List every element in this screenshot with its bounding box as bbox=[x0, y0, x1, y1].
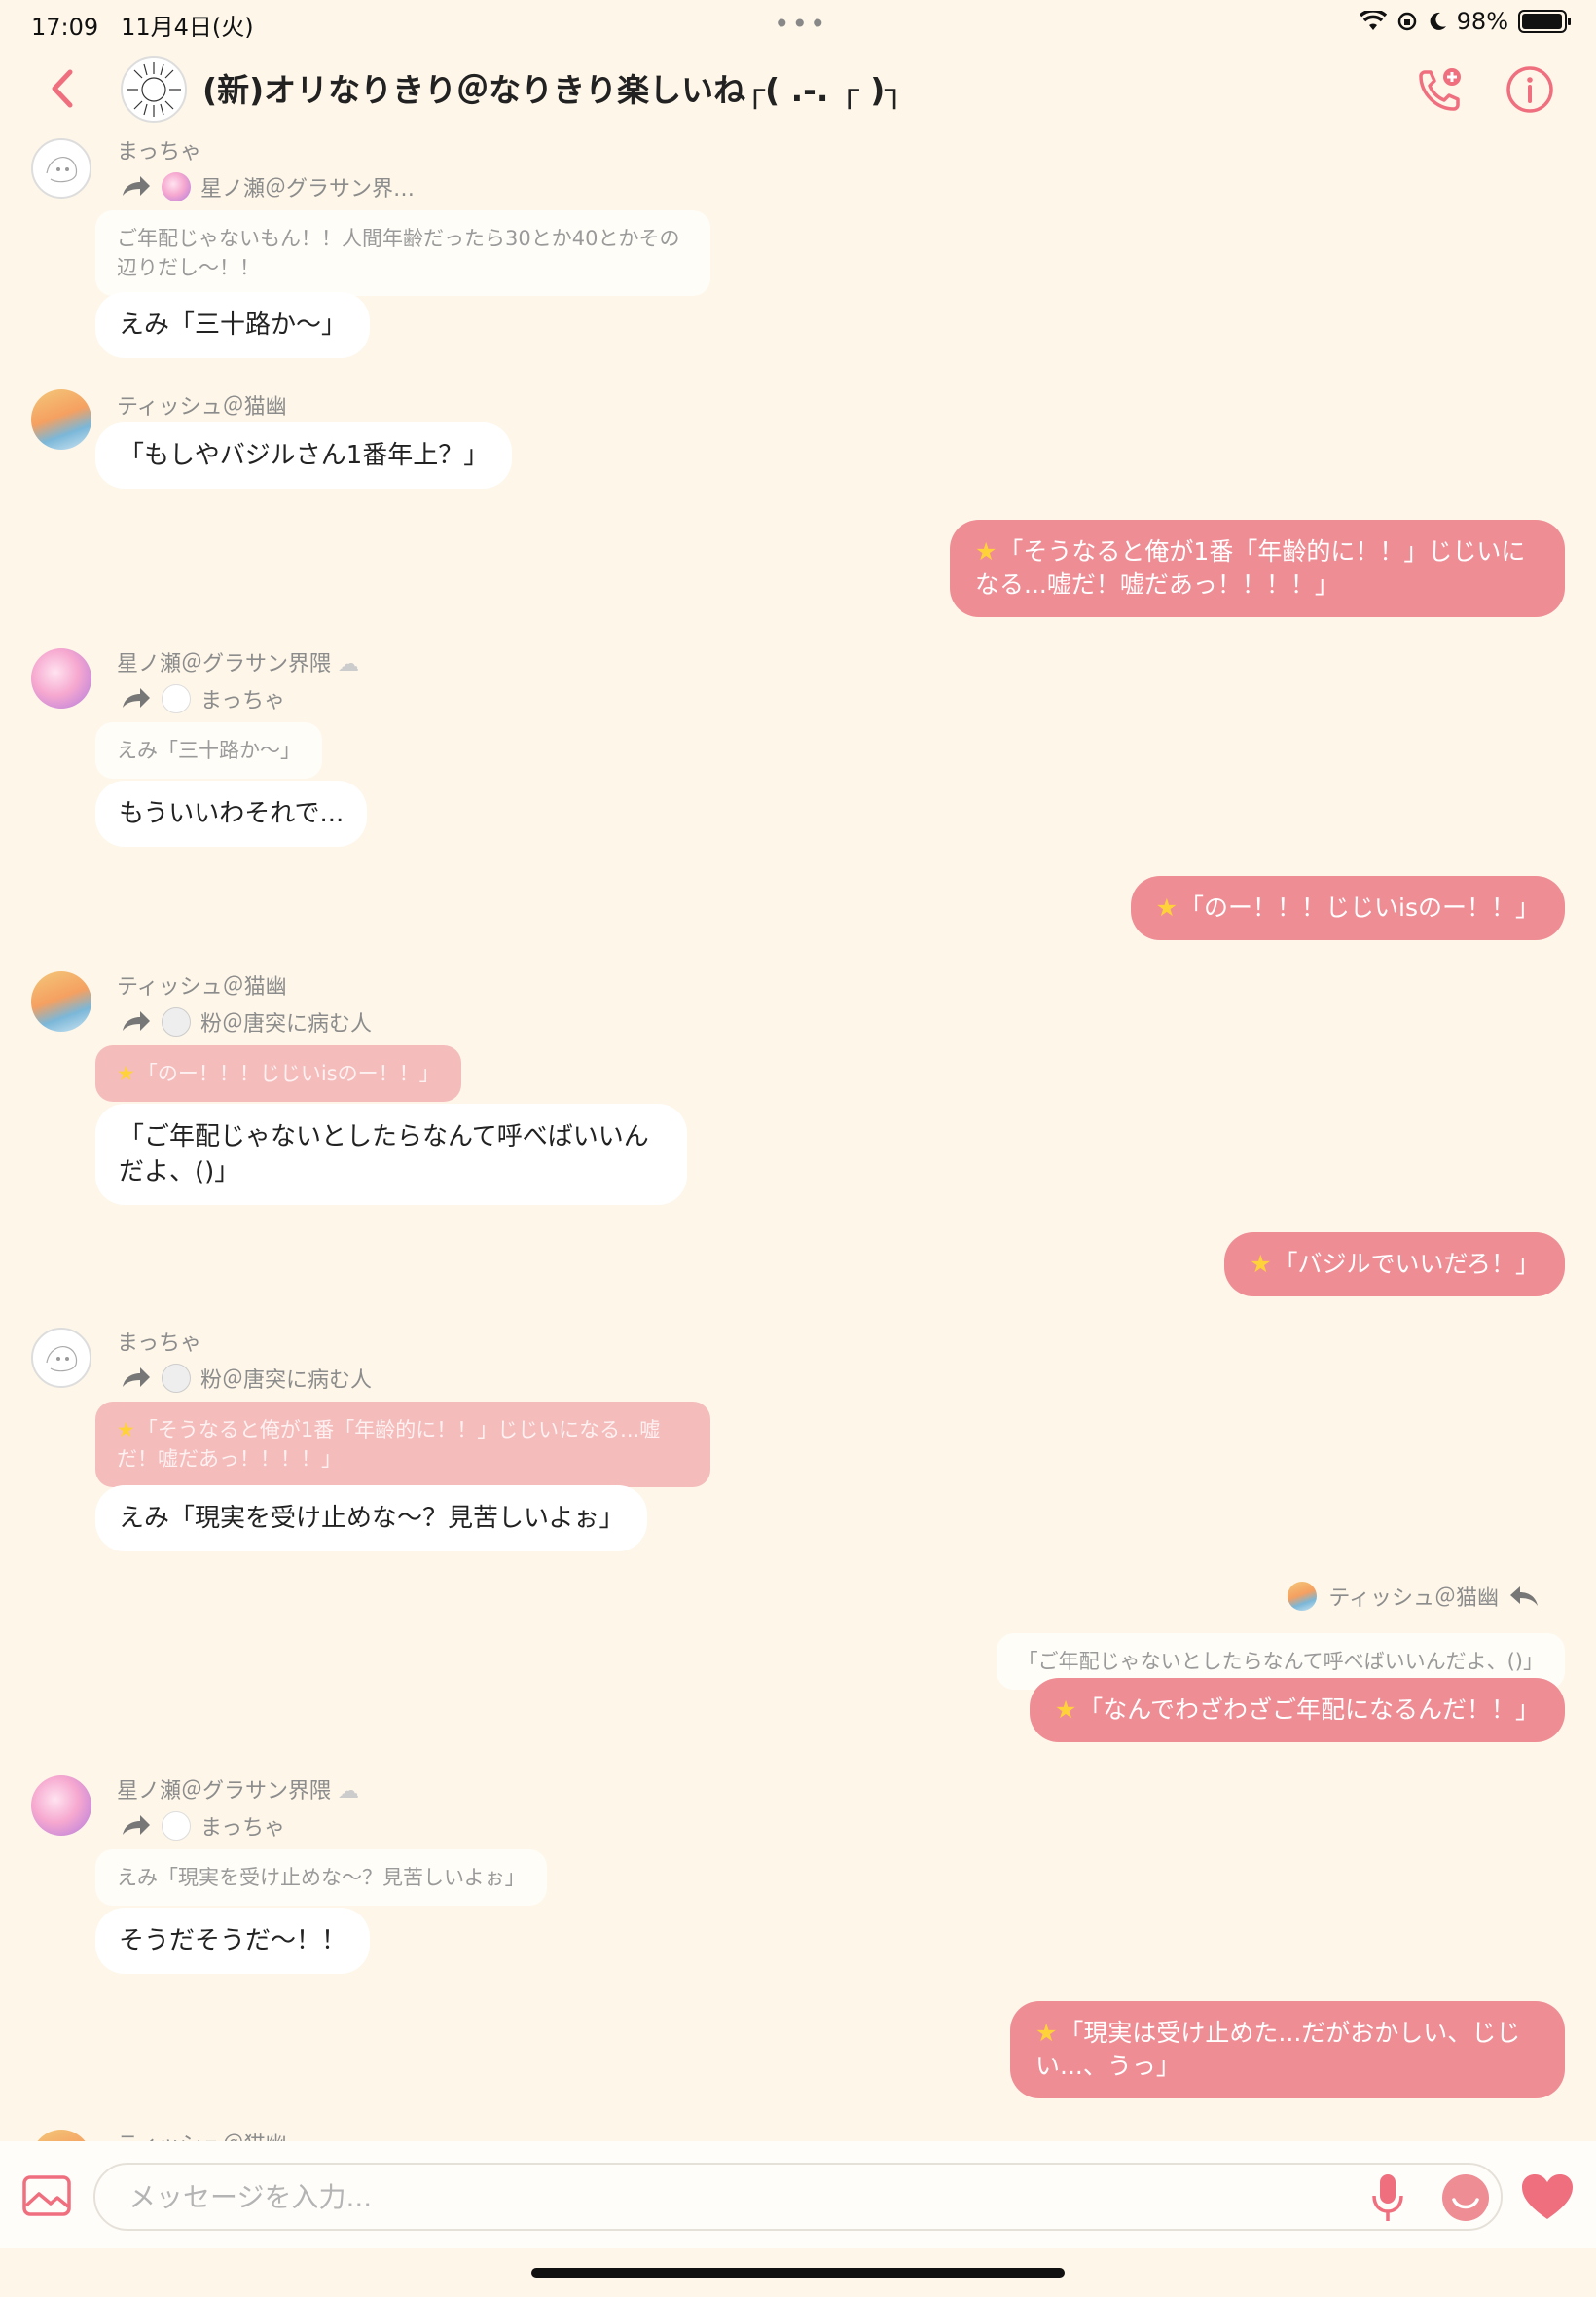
battery-percent: 98% bbox=[1456, 8, 1508, 35]
message-input[interactable] bbox=[93, 2163, 1503, 2231]
multitask-dots[interactable]: ••• bbox=[774, 8, 828, 40]
back-button[interactable] bbox=[45, 64, 84, 113]
message-bubble[interactable]: そうだそうだ〜！！ bbox=[95, 1908, 371, 1974]
group-avatar[interactable] bbox=[121, 56, 187, 123]
avatar-maccha[interactable] bbox=[31, 1328, 91, 1388]
status-time: 17:09 11月4日(火) bbox=[31, 14, 254, 41]
message-bubble[interactable]: 「もしやバジルさん1番年上？」 bbox=[95, 422, 513, 489]
forward-from: 粉＠唐突に病む人 bbox=[200, 1368, 373, 1393]
microphone-icon bbox=[1372, 2174, 1403, 2221]
sender-name: 星ノ瀬＠グラサン界隈 ☁ bbox=[117, 1779, 360, 1804]
battery-level bbox=[1522, 14, 1563, 29]
star-icon: ★ bbox=[1250, 1250, 1272, 1278]
forward-from: 粉＠唐突に病む人 bbox=[200, 1012, 373, 1037]
group-logo-icon bbox=[127, 62, 181, 117]
quoted-message[interactable]: ★「そうなると俺が1番「年齢的に！！」じじいになる...嘘だ！嘘だあっ！！！！」 bbox=[95, 1402, 710, 1487]
quoted-message[interactable]: えみ「三十路か〜」 bbox=[95, 722, 322, 779]
cloud-icon: ☁ bbox=[338, 652, 360, 676]
heart-button[interactable] bbox=[1520, 2172, 1575, 2225]
sender-name: 星ノ瀬＠グラサン界隈 ☁ bbox=[117, 652, 360, 676]
rotation-lock-icon bbox=[1397, 12, 1416, 31]
outgoing-bubble[interactable]: ★「現実は受け止めた...だがおかしい、じじい...、うっ」 bbox=[1010, 2001, 1565, 2098]
reply-arrow-icon bbox=[1510, 1586, 1538, 1606]
image-icon bbox=[22, 2175, 71, 2216]
quoted-message[interactable]: えみ「現実を受け止めな〜？見苦しいよぉ」 bbox=[95, 1849, 547, 1906]
forward-from: まっちゃ bbox=[200, 689, 286, 713]
emoji-button[interactable] bbox=[1440, 2172, 1491, 2227]
phone-add-icon bbox=[1419, 68, 1461, 111]
sketch-avatar-icon bbox=[46, 1346, 78, 1372]
forward-from: 星ノ瀬＠グラサン界… bbox=[200, 177, 416, 201]
outgoing-text: 「なんでわざわざご年配になるんだ！！」 bbox=[1078, 1695, 1540, 1724]
reply-avatar bbox=[1288, 1582, 1318, 1611]
forward-info: 粉＠唐突に病む人 bbox=[121, 1363, 372, 1394]
chat-title[interactable]: (新)オリなりきり＠なりきり楽しいね┌( .-. ┌ )┐ bbox=[202, 64, 904, 111]
star-icon: ★ bbox=[1155, 893, 1179, 922]
message-bubble[interactable]: えみ「三十路か〜」 bbox=[95, 292, 371, 358]
info-icon bbox=[1506, 66, 1553, 113]
mic-button[interactable] bbox=[1370, 2172, 1405, 2227]
forward-arrow-icon bbox=[123, 688, 150, 708]
add-call-button[interactable] bbox=[1413, 62, 1468, 117]
forward-avatar bbox=[162, 1811, 191, 1841]
forward-avatar bbox=[162, 684, 191, 713]
heart-icon bbox=[1522, 2174, 1573, 2219]
forward-info: 星ノ瀬＠グラサン界… bbox=[121, 171, 415, 202]
chevron-left-icon bbox=[52, 69, 73, 108]
status-icons: 98% bbox=[1359, 8, 1571, 35]
avatar-maccha[interactable] bbox=[31, 138, 91, 199]
forward-arrow-icon bbox=[123, 176, 150, 196]
outgoing-text: 「現実は受け止めた...だがおかしい、じじい...、うっ」 bbox=[1035, 2019, 1521, 2080]
outgoing-bubble[interactable]: ★「なんでわざわざご年配になるんだ！！」 bbox=[1029, 1678, 1565, 1742]
star-icon: ★ bbox=[1035, 2019, 1058, 2047]
home-indicator[interactable] bbox=[531, 2268, 1065, 2278]
forward-avatar bbox=[162, 1007, 191, 1037]
sender-name: ティッシュ＠猫幽 bbox=[117, 975, 287, 1000]
outgoing-bubble[interactable]: ★「そうなると俺が1番「年齢的に！！」じじいになる...嘘だ！嘘だあっ！！！！」 bbox=[950, 520, 1565, 617]
star-icon: ★ bbox=[1054, 1695, 1077, 1724]
info-button[interactable] bbox=[1503, 62, 1557, 117]
avatar-tissue[interactable] bbox=[31, 971, 91, 1032]
emoji-icon bbox=[1442, 2174, 1489, 2221]
forward-info: 粉＠唐突に病む人 bbox=[121, 1006, 372, 1038]
forward-info: まっちゃ bbox=[121, 1810, 285, 1841]
reply-header: ティッシュ＠猫幽 bbox=[1288, 1581, 1540, 1612]
message-bubble[interactable]: 「ご年配じゃないとしたらなんて呼べばいいんだよ、()」 bbox=[95, 1104, 687, 1205]
quoted-message[interactable]: ご年配じゃないもん！！人間年齢だったら30とか40とかその辺りだし〜！！ bbox=[95, 210, 710, 296]
forward-arrow-icon bbox=[123, 1815, 150, 1835]
avatar-hoshi[interactable] bbox=[31, 648, 91, 709]
star-icon: ★ bbox=[975, 537, 998, 565]
wifi-icon bbox=[1359, 11, 1387, 30]
star-icon: ★ bbox=[117, 1062, 135, 1085]
sender-name: まっちゃ bbox=[117, 1331, 202, 1356]
forward-avatar bbox=[162, 1364, 191, 1393]
forward-from: まっちゃ bbox=[200, 1816, 286, 1841]
avatar-tissue[interactable] bbox=[31, 389, 91, 450]
outgoing-text: 「バジルでいいだろ！」 bbox=[1273, 1250, 1540, 1278]
cloud-icon: ☁ bbox=[338, 1779, 360, 1804]
message-bubble[interactable]: えみ「現実を受け止めな〜？見苦しいよぉ」 bbox=[95, 1485, 648, 1551]
forward-arrow-icon bbox=[123, 1367, 150, 1387]
outgoing-text: 「そうなると俺が1番「年齢的に！！」じじいになる...嘘だ！嘘だあっ！！！！」 bbox=[975, 537, 1526, 599]
forward-arrow-icon bbox=[123, 1011, 150, 1031]
star-icon: ★ bbox=[117, 1418, 135, 1441]
reply-to: ティッシュ＠猫幽 bbox=[1328, 1586, 1499, 1611]
image-button[interactable] bbox=[21, 2174, 72, 2221]
moon-icon bbox=[1430, 12, 1446, 30]
sender-name: ティッシュ＠猫幽 bbox=[117, 395, 287, 419]
sender-name: まっちゃ bbox=[117, 140, 202, 164]
forward-info: まっちゃ bbox=[121, 683, 285, 714]
forward-avatar bbox=[162, 172, 191, 201]
outgoing-bubble[interactable]: ★「バジルでいいだろ！」 bbox=[1224, 1232, 1565, 1296]
battery-icon bbox=[1518, 10, 1571, 33]
message-bubble[interactable]: もういいわそれで... bbox=[95, 781, 368, 847]
quoted-message[interactable]: ★「のー！！！じじいisのー！！」 bbox=[95, 1045, 461, 1102]
outgoing-bubble[interactable]: ★「のー！！！じじいisのー！！」 bbox=[1130, 876, 1565, 940]
sketch-avatar-icon bbox=[46, 157, 78, 183]
avatar-hoshi[interactable] bbox=[31, 1775, 91, 1836]
outgoing-text: 「のー！！！じじいisのー！！」 bbox=[1179, 893, 1540, 922]
